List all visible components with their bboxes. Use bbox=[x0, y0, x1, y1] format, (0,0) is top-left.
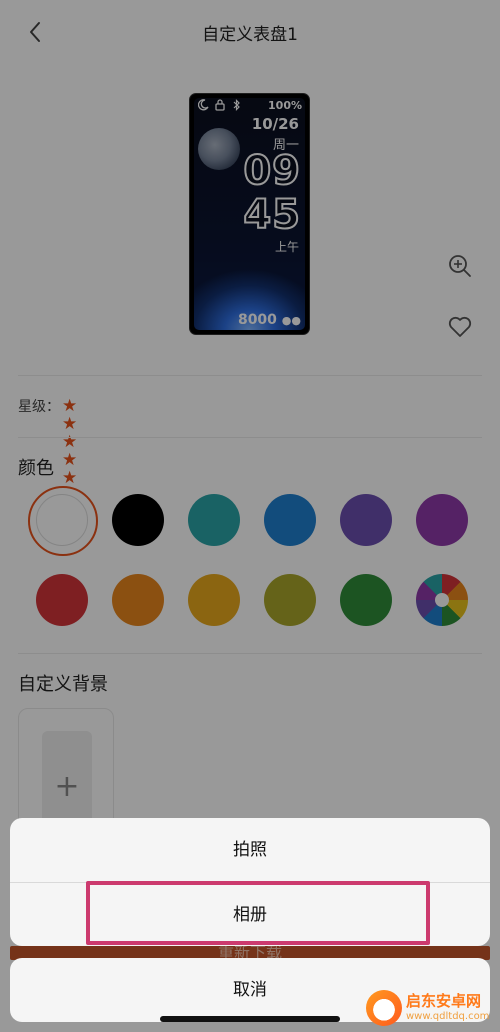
watermark-url: www.qdltdq.com bbox=[406, 1011, 490, 1022]
home-indicator bbox=[160, 1016, 340, 1022]
watermark-logo bbox=[366, 990, 402, 1026]
watermark: 启东安卓网 www.qdltdq.com bbox=[366, 986, 496, 1030]
watermark-name: 启东安卓网 bbox=[406, 992, 482, 1010]
take-photo-option[interactable]: 拍照 bbox=[10, 818, 490, 882]
album-highlight-box bbox=[86, 881, 430, 945]
